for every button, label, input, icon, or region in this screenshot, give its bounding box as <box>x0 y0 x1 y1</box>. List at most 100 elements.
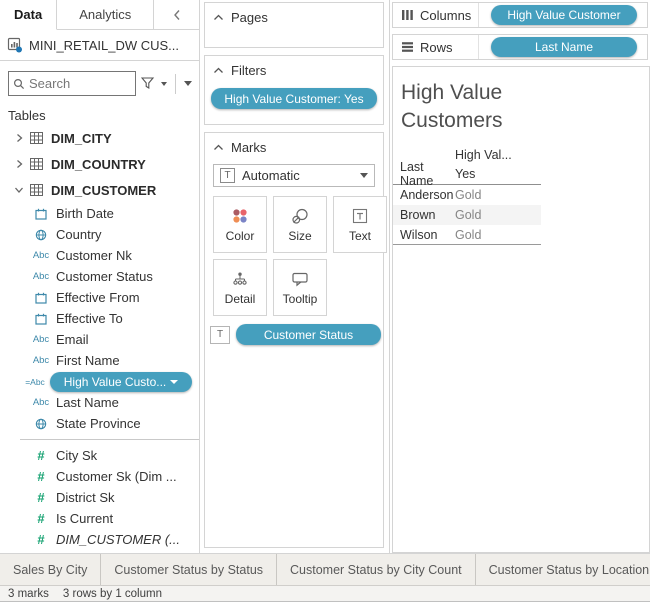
text-mark-icon: T <box>220 168 235 183</box>
detail-button-label: Detail <box>225 292 256 306</box>
tab-analytics[interactable]: Analytics <box>57 0 154 29</box>
cell-value[interactable]: Gold <box>455 228 535 242</box>
string-icon: Abc <box>30 271 52 282</box>
field-item[interactable]: Abc Email <box>0 329 199 350</box>
sheet-title: High Value Customers <box>401 79 551 135</box>
filter-caret-icon[interactable] <box>161 82 167 86</box>
field-item[interactable]: Abc Customer Nk <box>0 245 199 266</box>
rows-pill[interactable]: Last Name <box>491 37 637 57</box>
search-icon <box>13 78 25 90</box>
columns-shelf[interactable]: Columns High Value Customer <box>392 2 648 28</box>
field-item[interactable]: Effective To <box>0 308 199 329</box>
measure-divider <box>20 439 199 440</box>
color-button-label: Color <box>226 229 255 243</box>
filter-pill[interactable]: High Value Customer: Yes <box>211 88 377 109</box>
table-item-dim-city[interactable]: DIM_CITY <box>0 125 199 151</box>
cell-value[interactable]: Gold <box>455 188 535 202</box>
view-options-caret-icon[interactable] <box>184 81 192 86</box>
sheet-tab-label: Customer Status by Location <box>489 563 650 577</box>
field-label: Effective From <box>56 290 140 305</box>
field-item[interactable]: Effective From <box>0 287 199 308</box>
chevron-right-icon[interactable] <box>14 159 24 169</box>
data-pane: Data Analytics MINI_RETAIL_DW CUS... <box>0 0 200 553</box>
chevron-down-icon[interactable] <box>14 185 24 195</box>
sheet-tab-strip: Sales By City Customer Status by Status … <box>0 553 650 585</box>
dropdown-caret-icon <box>360 173 368 178</box>
worksheet-view: High Value Customers High Val... Last Na… <box>392 66 650 553</box>
string-icon: Abc <box>30 355 52 366</box>
sheet-tab-label: Customer Status by City Count <box>290 563 462 577</box>
field-item[interactable]: Abc First Name <box>0 350 199 371</box>
sheet-tab-customer-status-by-status[interactable]: Customer Status by Status <box>101 554 277 585</box>
field-label: Customer Status <box>56 269 153 284</box>
field-pill[interactable]: High Value Custo... <box>50 372 192 392</box>
table-row[interactable]: Wilson Gold <box>393 225 541 245</box>
field-label: Email <box>56 332 89 347</box>
string-icon: Abc <box>30 334 52 345</box>
sheet-tab-customer-status-by-city-count[interactable]: Customer Status by City Count <box>277 554 476 585</box>
table-icon <box>30 158 43 170</box>
field-item[interactable]: # Customer Sk (Dim ... <box>0 466 199 487</box>
number-icon: # <box>30 511 52 526</box>
text-button-label: Text <box>349 229 371 243</box>
rows-shelf[interactable]: Rows Last Name <box>392 34 648 60</box>
text-button[interactable]: Text <box>333 196 387 253</box>
pages-card-title: Pages <box>231 10 268 25</box>
mark-type-value: Automatic <box>242 168 353 183</box>
chevron-left-icon <box>173 9 181 21</box>
shelf-cards-panel: Pages Filters High Value Customer: Yes M… <box>200 0 390 553</box>
text-encoding-pill[interactable]: Customer Status <box>236 324 381 345</box>
table-label: DIM_COUNTRY <box>51 157 146 172</box>
table-row[interactable]: Anderson Gold <box>393 185 541 205</box>
field-label: District Sk <box>56 490 115 505</box>
size-button[interactable]: Size <box>273 196 327 253</box>
row-label: Anderson <box>393 188 455 202</box>
field-item[interactable]: Abc Last Name <box>0 392 199 413</box>
field-item[interactable]: State Province <box>0 413 199 434</box>
row-header-label: Last Name <box>393 160 455 188</box>
table-item-dim-customer[interactable]: DIM_CUSTOMER <box>0 177 199 203</box>
tab-data-label: Data <box>14 7 42 22</box>
field-item[interactable]: Country <box>0 224 199 245</box>
field-item[interactable]: Abc Customer Status <box>0 266 199 287</box>
field-item[interactable]: # Is Current <box>0 508 199 529</box>
field-item[interactable]: Birth Date <box>0 203 199 224</box>
collapse-card-icon[interactable] <box>213 66 224 75</box>
columns-pill[interactable]: High Value Customer <box>491 5 637 25</box>
table-item-dim-country[interactable]: DIM_COUNTRY <box>0 151 199 177</box>
tooltip-button[interactable]: Tooltip <box>273 259 327 316</box>
sheet-tab-customer-status-by-location[interactable]: Customer Status by Location <box>476 554 650 585</box>
mark-type-dropdown[interactable]: T Automatic <box>213 164 375 187</box>
pill-caret-icon[interactable] <box>170 380 178 384</box>
tableau-window: Data Analytics MINI_RETAIL_DW CUS... <box>0 0 650 602</box>
field-label: DIM_CUSTOMER (... <box>56 532 180 547</box>
field-label: State Province <box>56 416 141 431</box>
collapse-card-icon[interactable] <box>213 13 224 22</box>
field-item[interactable]: # DIM_CUSTOMER (... <box>0 529 199 550</box>
tab-data[interactable]: Data <box>0 0 57 30</box>
cell-value[interactable]: Gold <box>455 208 535 222</box>
field-list: DIM_CITY DIM_COUNTRY DIM_CUSTOMER Birth … <box>0 125 199 550</box>
chevron-right-icon[interactable] <box>14 133 24 143</box>
field-item-selected[interactable]: =Abc High Value Custo... <box>0 371 199 392</box>
filter-fields-icon[interactable] <box>141 77 156 90</box>
column-value-header: Yes <box>455 167 535 181</box>
field-item[interactable]: # City Sk <box>0 445 199 466</box>
collapse-card-icon[interactable] <box>213 143 224 152</box>
table-row[interactable]: Brown Gold <box>393 205 541 225</box>
number-icon: # <box>30 469 52 484</box>
color-button[interactable]: Color <box>213 196 267 253</box>
datasource-row[interactable]: MINI_RETAIL_DW CUS... <box>0 30 199 61</box>
tables-section-label: Tables <box>8 108 199 123</box>
search-input[interactable] <box>29 76 119 91</box>
status-marks-count: 3 marks <box>8 588 49 600</box>
rows-icon <box>401 41 414 53</box>
tooltip-button-label: Tooltip <box>283 292 318 306</box>
detail-button[interactable]: Detail <box>213 259 267 316</box>
collapse-pane-button[interactable] <box>154 0 199 29</box>
date-icon <box>35 292 47 304</box>
field-item[interactable]: # District Sk <box>0 487 199 508</box>
datasource-icon <box>7 37 23 53</box>
sheet-tab-sales-by-city[interactable]: Sales By City <box>0 554 101 585</box>
search-box <box>8 71 136 96</box>
